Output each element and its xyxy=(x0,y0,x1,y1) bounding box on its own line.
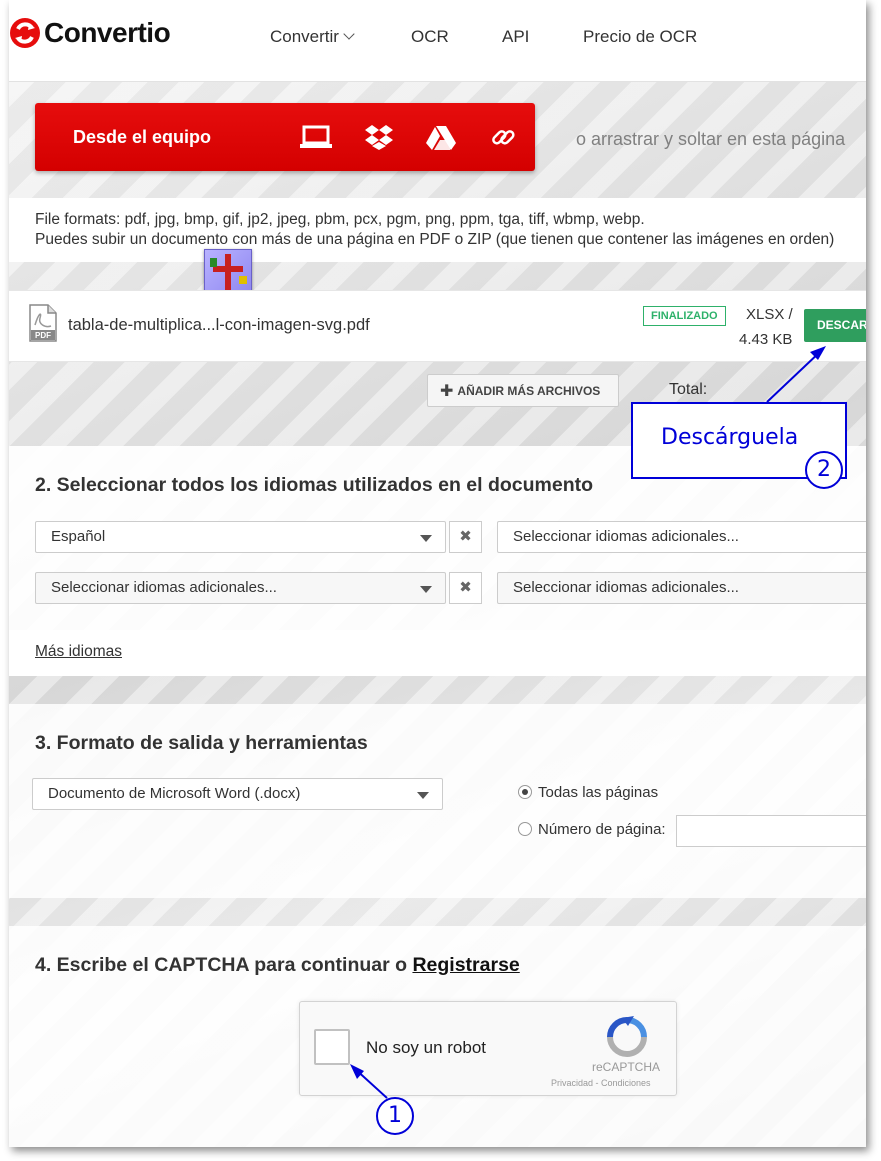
multipage-hint-line: Puedes subir un documento con más de una… xyxy=(35,231,835,248)
page-number-input[interactable] xyxy=(676,815,866,847)
language-select-additional-2[interactable]: Seleccionar idiomas adicionales... xyxy=(497,572,866,604)
upload-button-label: Desde el equipo xyxy=(73,127,212,147)
total-label: Total: xyxy=(669,381,708,398)
dropdown-arrow-icon xyxy=(417,792,429,799)
recaptcha-logo-icon xyxy=(607,1016,647,1057)
clear-language-button-2[interactable]: ✖ xyxy=(449,572,482,604)
language-select-primary[interactable]: Español xyxy=(35,521,446,553)
dropbox-icon[interactable] xyxy=(362,123,396,151)
language-select-secondary[interactable]: Seleccionar idiomas adicionales... xyxy=(35,572,446,604)
convertio-logo-icon xyxy=(10,18,40,48)
logo-text: Convertio xyxy=(44,17,171,48)
recaptcha-privacy-links[interactable]: Privacidad - Condiciones xyxy=(551,1078,651,1088)
pdf-file-icon: PDF xyxy=(29,304,57,342)
language-select-additional-1[interactable]: Seleccionar idiomas adicionales... xyxy=(497,521,866,553)
nav-convertir-label: Convertir xyxy=(270,27,339,46)
drag-drop-hint: o arrastrar y soltar en esta página xyxy=(576,129,846,149)
more-languages-bar xyxy=(9,630,866,676)
upload-from-computer-button[interactable]: Desde el equipo xyxy=(35,103,535,171)
annotation-step-2: 2 xyxy=(805,451,843,489)
file-size: 4.43 KB xyxy=(739,331,793,348)
register-link[interactable]: Registrarse xyxy=(412,954,519,976)
recaptcha-widget: No soy un robot reCAPTCHA Privacidad - C… xyxy=(299,1001,677,1096)
radio-all-pages-label: Todas las páginas xyxy=(538,784,659,801)
add-more-files-button[interactable]: ✚ AÑADIR MÁS ARCHIVOS xyxy=(427,374,619,407)
output-format-select[interactable]: Documento de Microsoft Word (.docx) xyxy=(32,778,443,810)
languages-section-title: 2. Seleccionar todos los idiomas utiliza… xyxy=(35,474,594,496)
download-button[interactable]: DESCARGAR xyxy=(804,309,866,342)
output-format-select-value: Documento de Microsoft Word (.docx) xyxy=(48,785,301,802)
file-formats-line: File formats: pdf, jpg, bmp, gif, jp2, j… xyxy=(35,211,645,228)
add-more-files-label: AÑADIR MÁS ARCHIVOS xyxy=(457,384,601,398)
captcha-title-text: 4. Escribe el CAPTCHA para continuar o xyxy=(35,954,413,976)
output-section-title: 3. Formato de salida y herramientas xyxy=(35,732,368,754)
dropdown-arrow-icon xyxy=(420,586,432,593)
clear-language-button[interactable]: ✖ xyxy=(449,521,482,553)
radio-all-pages[interactable] xyxy=(518,785,532,799)
recaptcha-brand: reCAPTCHA xyxy=(592,1060,661,1074)
browser-page: Convertio Convertir OCR API Precio de OC… xyxy=(9,0,866,1147)
google-drive-icon[interactable] xyxy=(424,123,458,151)
svg-text:PDF: PDF xyxy=(35,331,51,340)
plus-icon: ✚ xyxy=(440,383,454,400)
language-select-primary-value: Español xyxy=(51,528,106,545)
uploaded-file-row: PDF tabla-de-multiplica...l-con-imagen-s… xyxy=(9,290,866,362)
computer-icon[interactable] xyxy=(299,123,333,151)
logo[interactable]: Convertio xyxy=(9,16,171,50)
annotation-step-1: 1 xyxy=(376,1097,414,1135)
radio-page-number[interactable] xyxy=(518,822,532,836)
output-format-label: XLSX / xyxy=(746,306,793,323)
language-select-secondary-value: Seleccionar idiomas adicionales... xyxy=(51,579,277,596)
link-icon[interactable] xyxy=(486,123,520,151)
language-select-additional-1-value: Seleccionar idiomas adicionales... xyxy=(513,528,739,545)
radio-page-number-label: Número de página: xyxy=(538,821,666,838)
more-languages-link[interactable]: Más idiomas xyxy=(35,643,122,661)
language-select-additional-2-value: Seleccionar idiomas adicionales... xyxy=(513,579,739,596)
nav-precio-ocr[interactable]: Precio de OCR xyxy=(583,27,697,47)
dropdown-arrow-icon xyxy=(420,535,432,542)
captcha-section-title: 4. Escribe el CAPTCHA para continuar o R… xyxy=(35,954,520,977)
top-header: Convertio Convertir OCR API Precio de OC… xyxy=(9,0,866,82)
file-name: tabla-de-multiplica...l-con-imagen-svg.p… xyxy=(68,316,370,334)
nav-convertir[interactable]: Convertir xyxy=(270,27,355,47)
captcha-checkbox[interactable] xyxy=(314,1029,350,1065)
file-formats-info: File formats: pdf, jpg, bmp, gif, jp2, j… xyxy=(9,198,866,262)
status-badge: FINALIZADO xyxy=(643,306,726,326)
chevron-down-icon xyxy=(343,28,355,40)
nav-api[interactable]: API xyxy=(502,27,529,47)
nav-ocr[interactable]: OCR xyxy=(411,27,449,47)
captcha-checkbox-label: No soy un robot xyxy=(366,1038,487,1057)
annotation-callout-text: Descárguela xyxy=(661,425,799,450)
